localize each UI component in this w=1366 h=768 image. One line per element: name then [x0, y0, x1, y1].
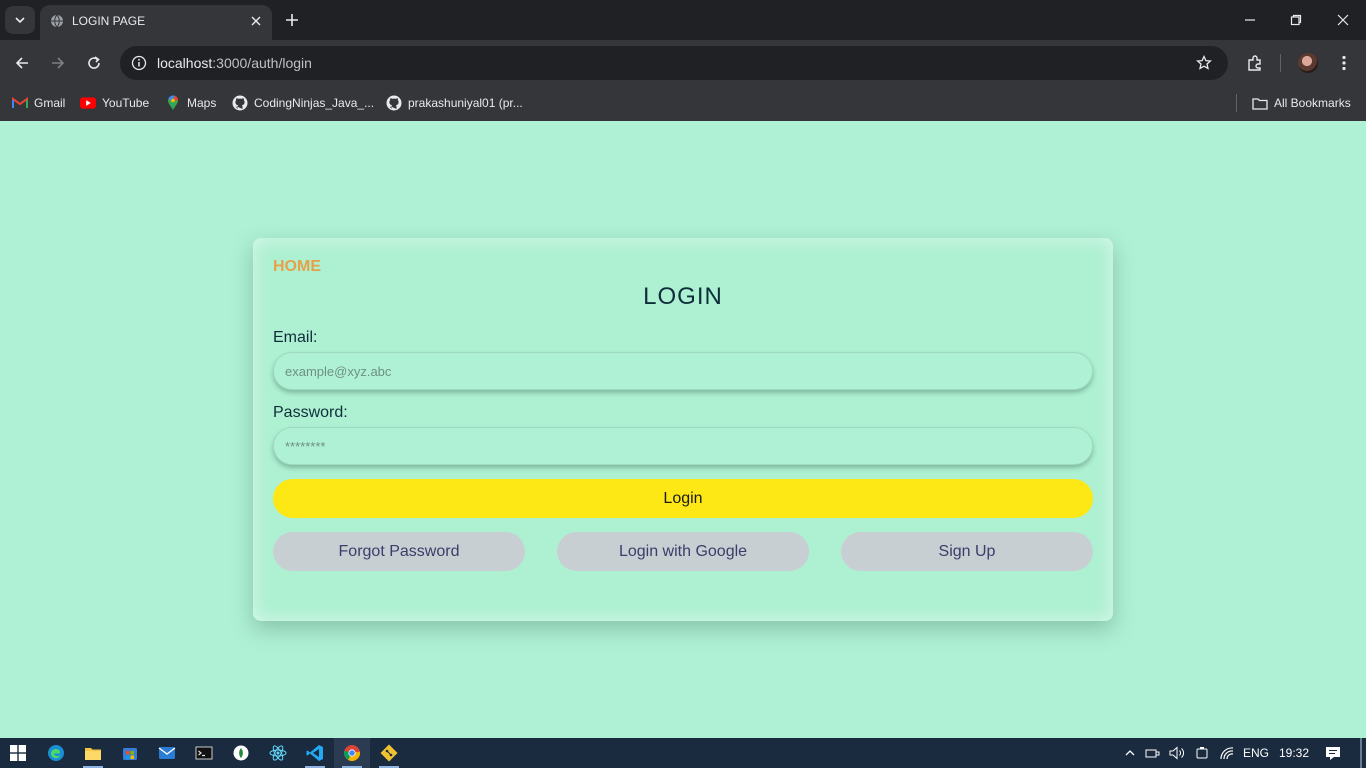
taskbar-chrome[interactable]	[334, 738, 370, 768]
back-button[interactable]	[10, 51, 34, 75]
show-desktop-button[interactable]	[1360, 738, 1362, 768]
bookmark-gmail[interactable]: Gmail	[12, 92, 65, 114]
network-icon[interactable]	[1143, 738, 1163, 768]
wifi-icon[interactable]	[1216, 738, 1238, 768]
login-button[interactable]: Login	[273, 479, 1093, 518]
arrow-left-icon	[15, 57, 28, 69]
arrow-right-icon	[52, 57, 65, 69]
clock[interactable]: 19:32	[1276, 738, 1312, 768]
battery-icon[interactable]	[1192, 738, 1212, 768]
tab-strip: LOGIN PAGE	[0, 0, 1366, 40]
address-bar[interactable]: localhost:3000/auth/login	[120, 46, 1228, 80]
chrome-icon	[343, 745, 361, 761]
taskbar-react[interactable]	[260, 738, 296, 768]
password-field[interactable]	[273, 427, 1093, 465]
bookmark-prakashuniyal[interactable]: prakashuniyal01 (pr...	[386, 92, 523, 114]
chevron-down-icon	[15, 17, 25, 24]
taskbar-edge[interactable]	[38, 738, 74, 768]
minimize-icon	[1245, 19, 1255, 21]
terminal-icon	[195, 746, 213, 760]
password-label: Password:	[273, 404, 348, 421]
menu-kebab-icon[interactable]	[1332, 51, 1356, 75]
forgot-password-button[interactable]: Forgot Password	[273, 532, 525, 571]
notifications-icon[interactable]	[1322, 738, 1344, 768]
reload-icon	[88, 56, 100, 69]
github-icon	[232, 95, 248, 111]
start-button[interactable]	[0, 738, 36, 768]
taskbar-app[interactable]	[223, 738, 259, 768]
login-with-google-button[interactable]: Login with Google	[557, 532, 809, 571]
bookmarks-divider	[1236, 94, 1237, 112]
tab-login-page[interactable]: LOGIN PAGE	[40, 5, 272, 40]
tab-search-button[interactable]	[5, 6, 35, 34]
email-label: Email:	[273, 329, 318, 346]
language-indicator[interactable]: ENG	[1240, 738, 1272, 768]
url-host: localhost	[157, 55, 213, 71]
url-text: localhost:3000/auth/login	[157, 55, 312, 71]
edge-icon	[48, 745, 64, 761]
taskbar-vscode[interactable]	[297, 738, 333, 768]
forward-button[interactable]	[46, 51, 70, 75]
maps-icon	[165, 95, 181, 111]
tray-overflow-chevron-icon[interactable]	[1120, 738, 1140, 768]
new-tab-button[interactable]	[282, 10, 302, 30]
tab-close-icon[interactable]	[248, 13, 264, 29]
plus-icon	[286, 14, 298, 26]
globe-icon	[51, 14, 63, 28]
toolbar-divider	[1280, 54, 1281, 72]
bookmark-label: Maps	[187, 96, 217, 110]
page-viewport: HOME LOGIN Email: Password: Login Forgot…	[0, 121, 1366, 738]
bookmark-label: prakashuniyal01 (pr...	[408, 96, 523, 110]
gmail-icon	[12, 95, 28, 111]
bookmark-codingninjas[interactable]: CodingNinjas_Java_...	[232, 92, 374, 114]
bookmark-label: CodingNinjas_Java_...	[254, 96, 375, 110]
restore-button[interactable]	[1284, 8, 1308, 32]
vscode-icon	[306, 745, 323, 761]
youtube-icon	[80, 95, 96, 111]
close-icon	[1337, 14, 1349, 26]
extensions-icon[interactable]	[1243, 51, 1267, 75]
browser-toolbar: localhost:3000/auth/login	[0, 40, 1366, 86]
all-bookmarks-label: All Bookmarks	[1274, 96, 1351, 110]
react-icon	[269, 745, 287, 761]
sign-up-button[interactable]: Sign Up	[841, 532, 1093, 571]
bookmark-youtube[interactable]: YouTube	[80, 92, 149, 114]
login-card: HOME LOGIN Email: Password: Login Forgot…	[253, 238, 1113, 621]
page-title: LOGIN	[643, 283, 723, 310]
profile-avatar[interactable]	[1298, 53, 1318, 73]
store-icon	[123, 748, 137, 760]
close-window-button[interactable]	[1331, 8, 1355, 32]
tab-title: LOGIN PAGE	[72, 14, 146, 28]
bookmark-maps[interactable]: Maps	[165, 92, 216, 114]
restore-icon	[1290, 14, 1302, 26]
leaf-icon	[233, 745, 249, 761]
taskbar-terminal[interactable]	[186, 738, 222, 768]
github-icon	[386, 95, 402, 111]
reload-button[interactable]	[82, 51, 106, 75]
all-bookmarks-button[interactable]: All Bookmarks	[1252, 92, 1351, 114]
volume-icon[interactable]	[1167, 738, 1187, 768]
folder-icon	[85, 747, 101, 760]
site-info-icon[interactable]	[128, 52, 150, 74]
taskbar: ENG 19:32	[0, 738, 1366, 768]
taskbar-git[interactable]	[371, 738, 407, 768]
folder-icon	[1252, 95, 1268, 111]
taskbar-store[interactable]	[112, 738, 148, 768]
minimize-button[interactable]	[1238, 8, 1262, 32]
taskbar-mail[interactable]	[149, 738, 185, 768]
bookmark-star-icon[interactable]	[1194, 53, 1214, 73]
url-path: :3000/auth/login	[212, 55, 312, 71]
bookmarks-bar: Gmail YouTube Maps CodingNinjas_Java_...…	[0, 86, 1366, 121]
bookmark-label: YouTube	[102, 96, 150, 110]
mail-icon	[158, 747, 176, 759]
taskbar-file-explorer[interactable]	[75, 738, 111, 768]
bookmark-label: Gmail	[34, 96, 66, 110]
git-icon	[380, 744, 398, 762]
home-link[interactable]: HOME	[273, 258, 321, 276]
email-field[interactable]	[273, 352, 1093, 390]
windows-icon	[10, 745, 26, 761]
